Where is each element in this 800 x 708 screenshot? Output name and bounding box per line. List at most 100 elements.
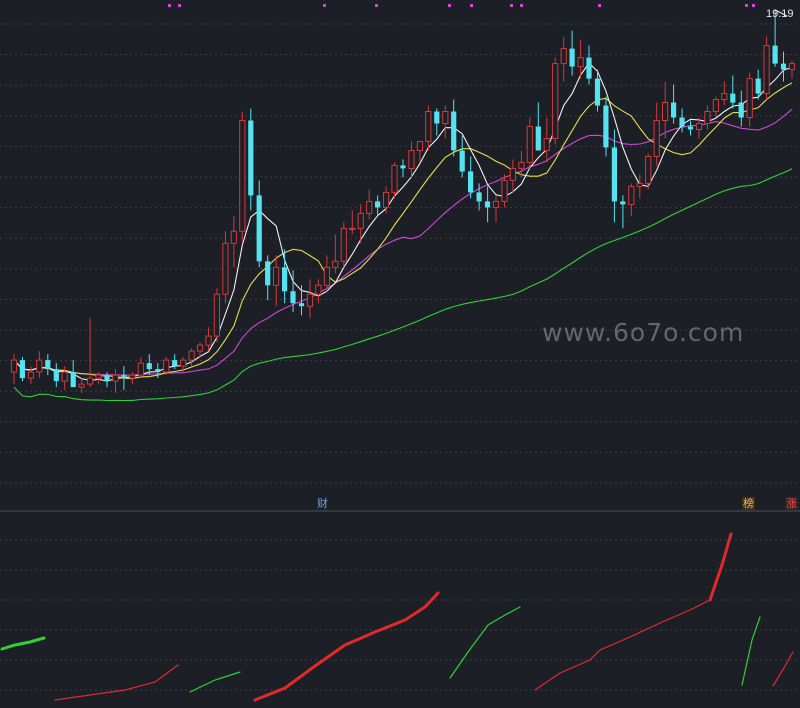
candle [552,57,559,145]
candle-body-up [383,191,390,208]
top-marker-dot [745,4,748,7]
candle-body-down [484,201,491,208]
candle-body-up [306,293,314,307]
candle-body-down [104,375,110,382]
candle [36,351,43,379]
candle [468,156,474,199]
top-marker-dots [168,4,755,7]
candle-body-down [53,369,59,382]
candle-body-up [442,111,449,124]
candle [188,348,195,367]
candle [239,111,246,244]
candle-body-up [163,359,170,373]
candle [763,36,770,100]
high-price-label: 19.19 [766,8,794,20]
candle-body-up [213,293,221,337]
stock-chart [0,4,800,702]
candle-body-down [671,102,677,118]
candle-body-up [222,242,229,295]
candle [332,234,339,274]
candle-body-down [400,165,406,169]
candle [282,249,288,304]
candle [400,159,406,178]
candle [137,357,144,379]
candle-body-down [755,78,761,94]
candle-body-up [349,227,356,231]
indicator-green-segment [189,671,241,693]
candle-body-up [577,57,584,68]
candle [434,108,440,136]
candle-body-up [10,359,18,373]
candle [53,363,59,388]
candle-body-down [121,375,127,379]
top-marker-dot [323,4,326,7]
indicator-lines [0,532,794,702]
candle [112,369,119,393]
candle [687,120,694,136]
candle-body-down [738,102,744,118]
candle-body-up [391,164,398,193]
candle [323,255,330,292]
candle [248,108,254,211]
candle-body-down [298,303,305,307]
candle [349,210,356,235]
candle-body-down [19,360,25,379]
candle-body-up [552,63,559,139]
candle-body-down [535,126,541,151]
candle-body-up [492,200,500,208]
candle [560,36,567,82]
candle-body-down [459,150,465,172]
candle-body-up [788,63,796,71]
candle [19,357,25,382]
candle-body-up [273,266,280,286]
candle [213,288,221,343]
candle-body-down [730,93,736,103]
candle-body-down [603,105,609,148]
candle-body-up [645,155,652,184]
candle-body-up [87,377,94,385]
candle-body-up [526,126,533,163]
candle-body-up [357,212,364,229]
badge-finance[interactable]: 财 [316,497,329,510]
candle [526,117,533,169]
candle-body-up [695,123,703,130]
candle [459,135,465,178]
candle-body-up [180,359,187,367]
candle-body-up [366,200,373,214]
top-marker-dot [520,4,523,7]
indicator-red-segment [534,599,711,691]
indicator-red-segment [253,591,440,702]
candle [636,174,643,199]
candle [628,183,635,217]
candle [383,186,390,214]
candle-body-down [375,201,381,208]
candle [222,231,229,304]
candle [425,105,432,151]
candle [535,102,541,151]
candle [121,366,127,391]
badge-rank[interactable]: 榜 [742,497,755,510]
candle [442,105,449,139]
candle-body-up [425,111,432,142]
candle-body-down [265,261,271,286]
indicator-green-segment [449,606,521,679]
candle-body-down [45,360,51,370]
badge-rise[interactable]: 涨 [785,497,798,510]
candle [61,366,68,391]
candle-body-down [594,78,601,106]
candle-body-up [230,230,237,244]
candle-body-up [763,45,770,94]
top-marker-dot [470,4,473,7]
candle-body-up [332,260,339,268]
candle-body-down [476,192,482,202]
candle-body-up [501,179,508,202]
candle [730,75,736,109]
top-marker-dot [375,4,378,7]
candle [273,255,280,307]
candle [87,318,94,388]
candle [671,84,677,124]
candle [704,105,711,130]
candle [10,354,18,385]
candle [366,189,373,220]
candle-body-down [155,369,161,373]
